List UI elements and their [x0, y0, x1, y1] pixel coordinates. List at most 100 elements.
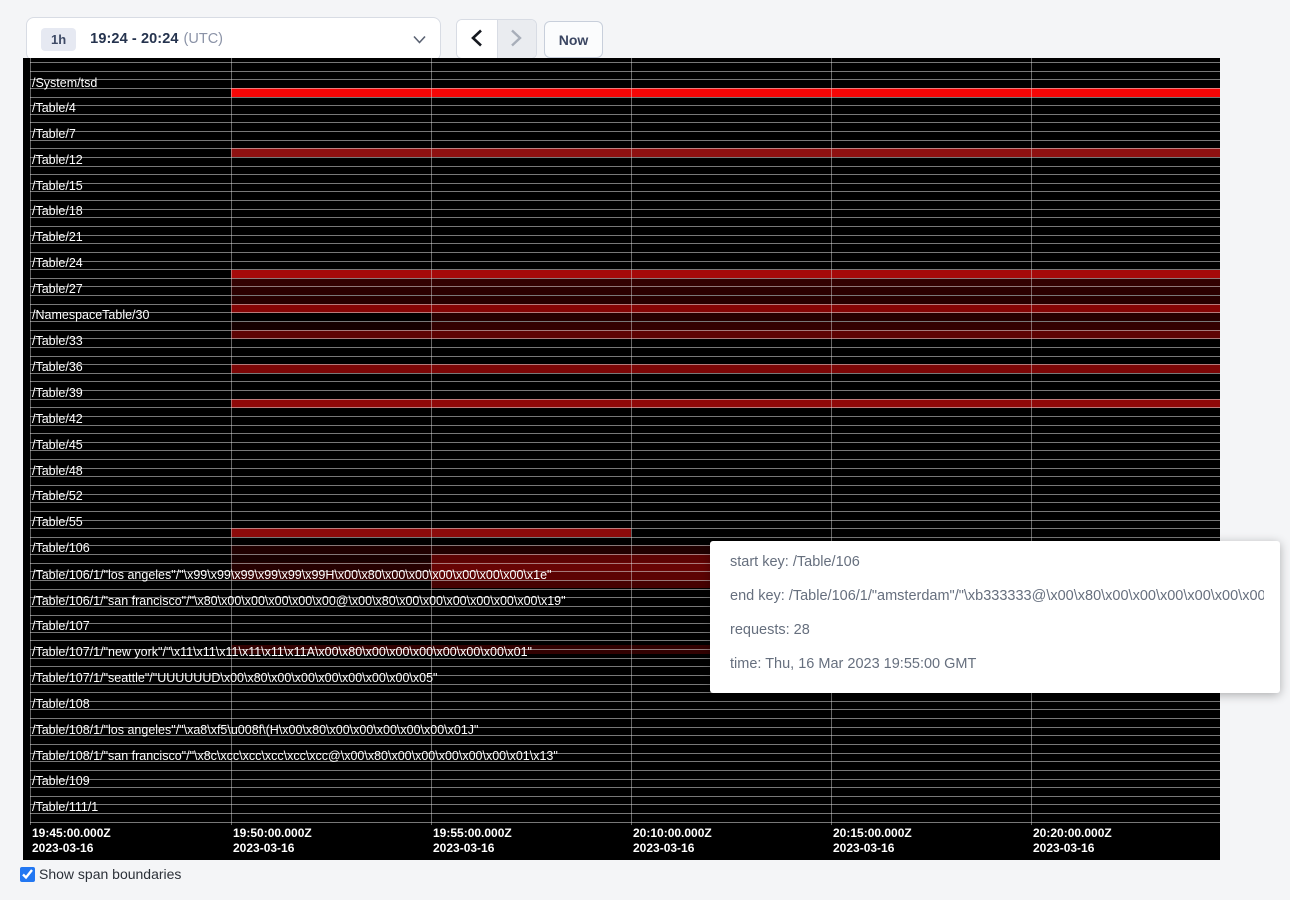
span-boundary-line: [30, 770, 1220, 771]
span-boundary-line: [30, 243, 1220, 244]
span-boundary-line: [30, 183, 1220, 184]
time-gridline: [30, 58, 31, 825]
span-boundary-line: [30, 511, 1220, 512]
row-label: /Table/106: [32, 541, 90, 555]
row-label: /Table/42: [32, 412, 83, 426]
span-boundary-line: [30, 364, 1220, 365]
span-boundary-line: [30, 209, 1220, 210]
span-boundary-line: [30, 381, 1220, 382]
span-boundary-line: [30, 502, 1220, 503]
row-label: /NamespaceTable/30: [32, 308, 149, 322]
row-label: /Table/21: [32, 230, 83, 244]
duration-badge: 1h: [41, 28, 76, 51]
time-gridline: [831, 58, 832, 825]
span-boundary-line: [30, 252, 1220, 253]
span-boundary-line: [30, 278, 1220, 279]
span-boundary-line: [30, 804, 1220, 805]
time-gridline: [231, 58, 232, 825]
span-boundary-line: [30, 520, 1220, 521]
span-boundary-line: [30, 304, 1220, 305]
time-range-dropdown[interactable]: 1h 19:24 - 20:24 (UTC): [26, 17, 441, 61]
span-boundary-line: [30, 338, 1220, 339]
span-boundary-line: [30, 330, 1220, 331]
span-boundary-line: [30, 709, 1220, 710]
span-boundary-line: [30, 433, 1220, 434]
row-label: /Table/7: [32, 127, 76, 141]
row-label: /Table/12: [32, 153, 83, 167]
tooltip-start-key: start key: /Table/106: [730, 545, 1264, 579]
heat-band: [231, 270, 1220, 278]
chevron-down-icon: [413, 35, 426, 44]
show-span-boundaries-label: Show span boundaries: [39, 866, 181, 882]
heat-band: [231, 554, 431, 562]
row-label: /Table/109: [32, 774, 90, 788]
row-label: /Table/111/1: [32, 800, 98, 814]
row-label: /Table/15: [32, 179, 83, 193]
span-boundary-line: [30, 97, 1220, 98]
heatmap-canvas[interactable]: /System/tsd/Table/4/Table/7/Table/12/Tab…: [23, 58, 1220, 860]
tooltip-time: time: Thu, 16 Mar 2023 19:55:00 GMT: [730, 647, 1264, 681]
span-boundary-line: [30, 822, 1220, 823]
span-boundary-line: [30, 114, 1220, 115]
span-boundary-line: [30, 373, 1220, 374]
span-boundary-line: [30, 157, 1220, 158]
time-gridline: [1031, 58, 1032, 825]
heat-band: [431, 313, 1220, 321]
span-boundary-line: [30, 407, 1220, 408]
span-boundary-line: [30, 537, 1220, 538]
x-axis-tick: 20:10:00.000Z2023-03-16: [633, 826, 712, 856]
span-boundary-line: [30, 140, 1220, 141]
span-boundary-line: [30, 174, 1220, 175]
span-boundary-line: [30, 701, 1220, 702]
row-label: /Table/55: [32, 515, 83, 529]
span-boundary-line: [30, 105, 1220, 106]
row-label: /Table/106/1/"los angeles"/"\x99\x99\x99…: [32, 568, 551, 582]
heat-band: [231, 364, 1220, 373]
x-axis-tick: 20:20:00.000Z2023-03-16: [1033, 826, 1112, 856]
x-axis-tick: 19:45:00.000Z2023-03-16: [32, 826, 111, 856]
span-boundary-line: [30, 425, 1220, 426]
row-label: /Table/27: [32, 282, 83, 296]
span-boundary-line: [30, 191, 1220, 192]
span-boundary-line: [30, 528, 1220, 529]
row-label: /Table/108: [32, 697, 90, 711]
row-label: /Table/52: [32, 489, 83, 503]
row-label: /Table/33: [32, 334, 83, 348]
next-interval-button[interactable]: [497, 20, 537, 58]
span-boundary-line: [30, 813, 1220, 814]
heat-band: [231, 148, 1220, 157]
span-boundaries-control: Show span boundaries: [20, 866, 181, 882]
now-button[interactable]: Now: [544, 21, 603, 58]
span-boundary-line: [30, 217, 1220, 218]
span-boundary-line: [30, 494, 1220, 495]
chevron-right-icon: [510, 29, 523, 50]
span-boundary-line: [30, 718, 1220, 719]
x-axis-tick: 19:50:00.000Z2023-03-16: [233, 826, 312, 856]
span-boundary-line: [30, 71, 1220, 72]
span-boundary-line: [30, 88, 1220, 89]
span-boundary-line: [30, 390, 1220, 391]
span-boundary-line: [30, 122, 1220, 123]
x-axis-tick: 19:55:00.000Z2023-03-16: [433, 826, 512, 856]
span-boundary-line: [30, 468, 1220, 469]
row-label: /Table/4: [32, 101, 76, 115]
span-boundary-line: [30, 450, 1220, 451]
chevron-left-icon: [470, 29, 483, 50]
row-label: /Table/48: [32, 464, 83, 478]
time-nav-group: [456, 19, 537, 59]
row-label: /Table/36: [32, 360, 83, 374]
prev-interval-button[interactable]: [457, 20, 497, 58]
row-label: /Table/107/1/"seattle"/"UUUUUUD\x00\x80\…: [32, 671, 437, 685]
time-range-label: 19:24 - 20:24: [90, 31, 178, 47]
row-label: /Table/107/1/"new york"/"\x11\x11\x11\x1…: [32, 645, 532, 659]
span-boundary-line: [30, 779, 1220, 780]
span-boundary-line: [30, 347, 1220, 348]
row-label: /Table/108/1/"san francisco"/"\x8c\xcc\x…: [32, 749, 558, 763]
row-label: /Table/39: [32, 386, 83, 400]
time-gridline: [631, 58, 632, 825]
span-boundary-line: [30, 166, 1220, 167]
show-span-boundaries-checkbox[interactable]: [20, 867, 35, 882]
span-boundary-line: [30, 261, 1220, 262]
span-boundary-line: [30, 485, 1220, 486]
span-boundary-line: [30, 399, 1220, 400]
